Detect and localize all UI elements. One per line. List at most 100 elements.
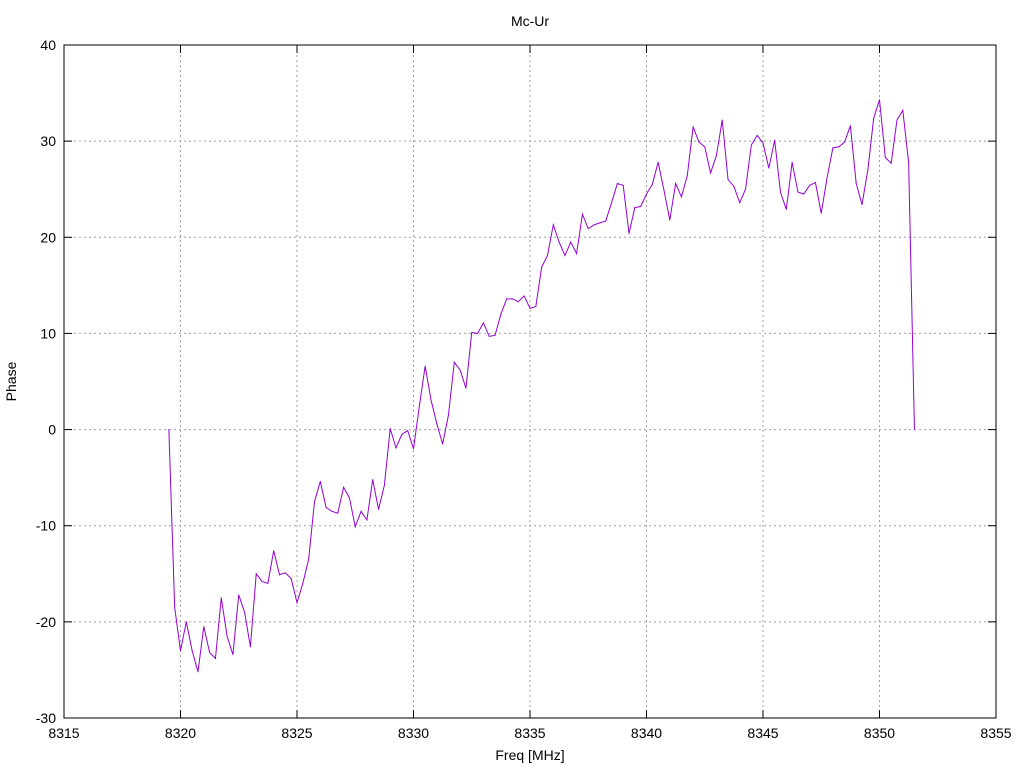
data-point <box>657 161 659 163</box>
data-point <box>611 202 613 204</box>
data-point <box>442 443 444 445</box>
data-point <box>261 580 263 582</box>
data-point <box>558 241 560 243</box>
data-point <box>622 184 624 186</box>
data-point <box>564 255 566 257</box>
line-chart: 8315 8320 8325 8330 8335 8340 8345 8350 8355 -30… <box>0 0 1024 768</box>
data-point <box>867 169 869 171</box>
data-point <box>698 141 700 143</box>
data-point <box>733 185 735 187</box>
y-tick-label: 0 <box>48 422 56 438</box>
data-point <box>447 414 449 416</box>
data-point <box>646 193 647 195</box>
data-point <box>255 573 257 575</box>
data-point <box>453 361 455 363</box>
data-point <box>884 156 886 158</box>
data-point <box>465 387 467 389</box>
data-point <box>249 646 251 648</box>
data-point <box>430 399 432 401</box>
data-point <box>820 212 822 214</box>
data-point <box>873 117 875 119</box>
data-point <box>756 134 758 136</box>
data-point <box>628 232 630 234</box>
x-tick-label: 8320 <box>165 725 196 741</box>
data-point <box>587 228 589 230</box>
data-point <box>209 652 211 654</box>
data-point <box>570 241 572 243</box>
x-tick-label: 8330 <box>398 725 429 741</box>
y-tick-label: -20 <box>36 614 56 630</box>
data-point <box>908 161 910 163</box>
data-point <box>337 512 339 514</box>
data-point <box>325 506 327 508</box>
data-point <box>383 484 385 486</box>
data-point <box>838 146 840 148</box>
data-point <box>348 497 350 499</box>
data-point <box>797 191 799 193</box>
data-point <box>803 193 805 195</box>
x-tick-label: 8335 <box>514 725 545 741</box>
data-point <box>302 582 304 584</box>
data-point <box>407 430 409 432</box>
data-point <box>319 480 321 482</box>
data-point <box>855 182 857 184</box>
data-point <box>529 307 531 309</box>
data-point <box>861 204 863 206</box>
data-point <box>768 167 770 169</box>
data-point <box>360 510 362 512</box>
data-point <box>191 650 193 652</box>
x-tick-label: 8345 <box>747 725 778 741</box>
chart-title: Mc-Ur <box>511 13 549 29</box>
data-point <box>185 621 187 623</box>
data-point <box>232 654 234 656</box>
data-point <box>727 179 729 181</box>
data-point <box>913 429 915 431</box>
data-point <box>809 184 811 186</box>
data-point <box>651 183 653 185</box>
data-point <box>710 172 712 174</box>
data-point <box>378 508 380 510</box>
data-point <box>774 139 776 141</box>
data-point <box>354 526 356 528</box>
data-point <box>494 334 496 336</box>
data-point <box>523 295 525 297</box>
data-point <box>279 574 281 576</box>
data-point <box>541 266 543 268</box>
data-point <box>372 479 374 481</box>
data-point <box>721 119 723 121</box>
data-point <box>308 558 310 560</box>
data-point <box>290 578 292 580</box>
y-tick-label: 20 <box>40 229 56 245</box>
data-point <box>389 428 391 430</box>
x-tick-label: 8350 <box>864 725 895 741</box>
data-point <box>902 109 904 111</box>
data-point <box>675 182 677 184</box>
x-tick-label: 8340 <box>631 725 662 741</box>
data-point <box>605 220 607 222</box>
data-point <box>704 146 706 148</box>
data-point <box>512 298 514 300</box>
data-point <box>168 429 170 431</box>
data-point <box>546 255 548 257</box>
data-point <box>669 219 671 221</box>
data-point <box>576 253 578 255</box>
data-point <box>197 671 199 673</box>
data-point <box>488 335 490 337</box>
data-point <box>750 144 752 146</box>
data-point <box>593 224 595 226</box>
y-tick-label: 10 <box>40 325 56 341</box>
data-point <box>779 191 781 193</box>
data-point <box>739 202 741 204</box>
data-point <box>896 119 898 121</box>
data-point <box>203 626 205 628</box>
data-point <box>517 301 519 303</box>
y-tick-label: -30 <box>36 710 56 726</box>
x-axis-title: Freq [MHz] <box>495 747 564 763</box>
data-point <box>849 125 851 127</box>
data-point <box>395 447 397 449</box>
data-point <box>418 406 420 407</box>
y-tick-label: -10 <box>36 518 56 534</box>
data-point <box>879 99 880 101</box>
data-point <box>680 196 682 198</box>
data-point <box>506 298 508 300</box>
